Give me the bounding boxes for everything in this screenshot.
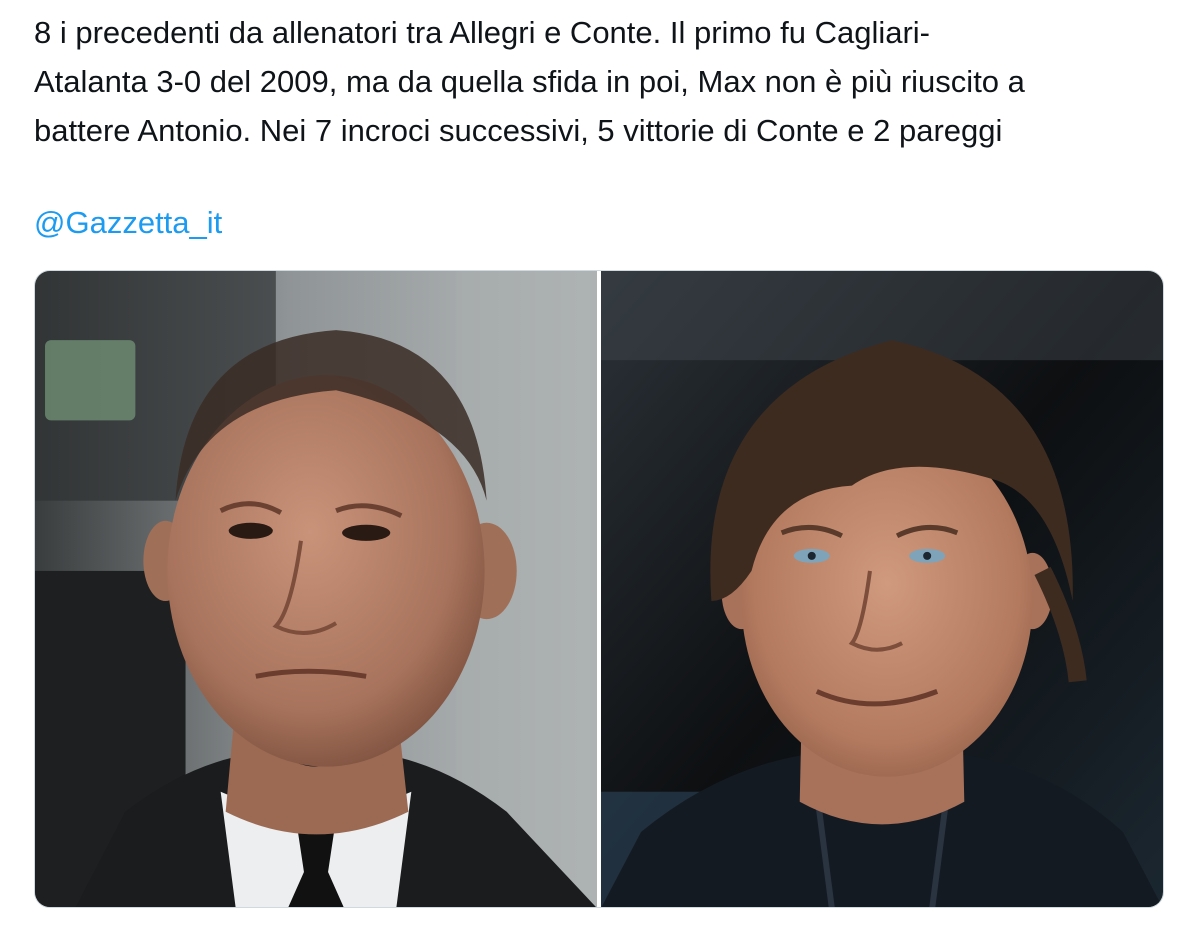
tweet-text-line: Atalanta 3-0 del 2009, ma da quella sfid…: [34, 64, 1025, 99]
tweet-text-line: battere Antonio. Nei 7 incroci successiv…: [34, 113, 1003, 148]
media-photo-left[interactable]: [35, 271, 597, 907]
media-grid: [34, 270, 1164, 908]
mention-link[interactable]: @Gazzetta_it: [34, 198, 222, 247]
portrait-image-right: [601, 271, 1163, 907]
tweet-text-line: 8 i precedenti da allenatori tra Allegri…: [34, 15, 931, 50]
media-photo-right[interactable]: [601, 271, 1163, 907]
tweet-text: 8 i precedenti da allenatori tra Allegri…: [34, 8, 1164, 155]
portrait-image-left: [35, 271, 597, 907]
